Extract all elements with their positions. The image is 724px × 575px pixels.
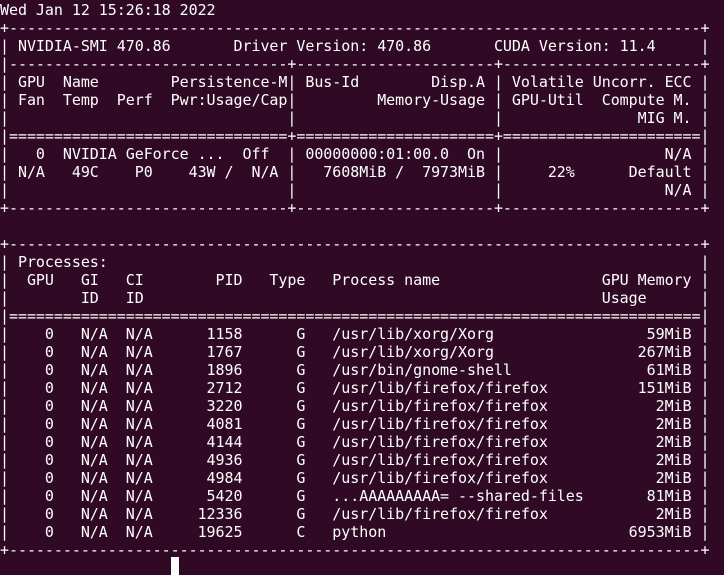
text-cursor: [171, 557, 179, 575]
gpu-table-separator: |-------------------------------+-------…: [0, 55, 710, 73]
gpu-header-divider: |===============================+=======…: [0, 127, 710, 145]
process-row: | 0 N/A N/A 1767 G /usr/lib/xorg/Xorg 26…: [0, 343, 710, 361]
gpu-data-row-3: | | | N/A |: [0, 181, 710, 199]
process-row: | 0 N/A N/A 12336 G /usr/lib/firefox/fir…: [0, 505, 710, 523]
gpu-header-row-1: | GPU Name Persistence-M| Bus-Id Disp.A …: [0, 73, 710, 91]
process-table-top-border: +---------------------------------------…: [0, 235, 710, 253]
gpu-version-line: | NVIDIA-SMI 470.86 Driver Version: 470.…: [0, 37, 710, 55]
process-row: | 0 N/A N/A 1158 G /usr/lib/xorg/Xorg 59…: [0, 325, 710, 343]
process-row: | 0 N/A N/A 3220 G /usr/lib/firefox/fire…: [0, 397, 710, 415]
gpu-header-row-3: | | | MIG M. |: [0, 109, 710, 127]
process-row: | 0 N/A N/A 19625 C python 6953MiB |: [0, 523, 710, 541]
process-header-divider: |=======================================…: [0, 307, 710, 325]
gpu-header-row-2: | Fan Temp Perf Pwr:Usage/Cap| Memory-Us…: [0, 91, 710, 109]
process-table-title: | Processes: |: [0, 253, 710, 271]
gpu-table-bottom-border: +-------------------------------+-------…: [0, 199, 710, 217]
process-header-row-1: | GPU GI CI PID Type Process name GPU Me…: [0, 271, 710, 289]
process-row: | 0 N/A N/A 1896 G /usr/bin/gnome-shell …: [0, 361, 710, 379]
process-row: | 0 N/A N/A 4144 G /usr/lib/firefox/fire…: [0, 433, 710, 451]
terminal-window[interactable]: Wed Jan 12 15:26:18 2022 +--------------…: [0, 0, 724, 575]
process-row: | 0 N/A N/A 4081 G /usr/lib/firefox/fire…: [0, 415, 710, 433]
process-row: | 0 N/A N/A 4984 G /usr/lib/firefox/fire…: [0, 469, 710, 487]
process-row: | 0 N/A N/A 4936 G /usr/lib/firefox/fire…: [0, 451, 710, 469]
process-header-row-2: | ID ID Usage |: [0, 289, 710, 307]
gpu-data-row-1: | 0 NVIDIA GeForce ... Off | 00000000:01…: [0, 145, 710, 163]
prompt-line[interactable]: [0, 553, 724, 575]
prompt-fragment: [0, 553, 160, 571]
gpu-data-row-2: | N/A 49C P0 43W / N/A | 7608MiB / 7973M…: [0, 163, 710, 181]
timestamp-line: Wed Jan 12 15:26:18 2022: [0, 1, 216, 19]
process-row: | 0 N/A N/A 5420 G ...AAAAAAAAA= --share…: [0, 487, 710, 505]
gpu-table-top-border: +---------------------------------------…: [0, 19, 710, 37]
process-row: | 0 N/A N/A 2712 G /usr/lib/firefox/fire…: [0, 379, 710, 397]
